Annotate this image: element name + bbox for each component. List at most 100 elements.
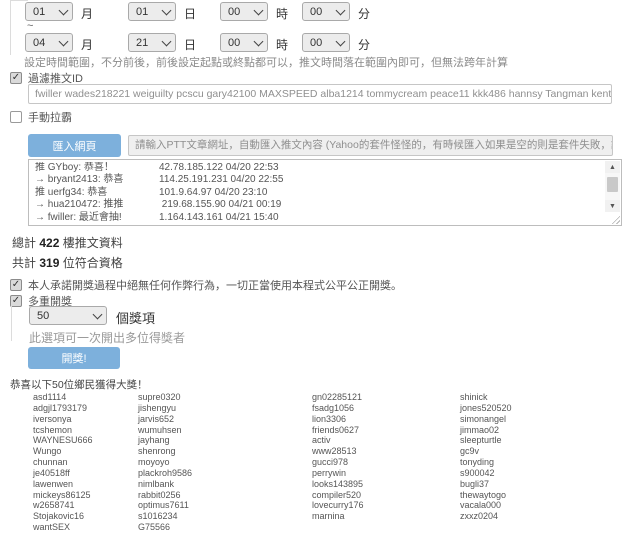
manual-row: ✓ 手動拉霸 — [10, 109, 72, 125]
prize-count-select[interactable]: 50 — [29, 306, 107, 325]
winner-name: s1016234 — [138, 511, 192, 522]
winners-heading: 恭喜以下50位鄉民獲得大獎！ — [10, 377, 148, 392]
to-minute-select[interactable]: 00 — [302, 33, 350, 52]
push-comment-meta: 1.164.143.161 04/21 15:40 — [159, 212, 279, 223]
winner-name: supre0320 — [138, 392, 192, 403]
winner-name: friends0627 — [312, 425, 364, 436]
winner-name: marnina — [312, 511, 364, 522]
winner-name: bugli37 — [460, 479, 512, 490]
group-border-left — [10, 0, 11, 55]
winner-name: G75566 — [138, 522, 192, 533]
to-hour-value: 00 — [228, 37, 240, 49]
to-month-select[interactable]: 04 — [25, 33, 73, 52]
draw-button[interactable]: 開獎! — [28, 347, 120, 369]
winner-name: activ — [312, 435, 364, 446]
push-comment-row: → hua210472: 推推 219.68.155.90 04/21 00:1… — [29, 199, 604, 211]
ptt-url-input[interactable]: 請輸入PTT文章網址，自動匯入推文內容 (Yahoo的套件怪怪的，有時候匯入如果… — [128, 135, 613, 156]
winner-name: tcshemon — [33, 425, 93, 436]
winner-name: iversonya — [33, 414, 93, 425]
manual-checkbox[interactable]: ✓ — [10, 111, 22, 123]
chevron-down-icon — [162, 5, 172, 15]
push-comment-meta: 114.25.191.231 04/20 22:55 — [159, 174, 283, 186]
qualified-stat: 共計 319 位符合資格 — [12, 254, 123, 271]
winner-name: plackroh9586 — [138, 468, 192, 479]
chevron-down-icon — [254, 5, 264, 15]
manual-label: 手動拉霸 — [28, 109, 72, 125]
chevron-down-icon — [336, 5, 346, 15]
day-label: 日 — [184, 36, 196, 53]
push-comment-meta: 42.78.185.122 04/20 22:53 — [159, 162, 279, 174]
from-hour-select[interactable]: 00 — [220, 2, 268, 21]
winner-column-3: gn02285121fsadg1056lion3306friends0627ac… — [312, 392, 364, 522]
winner-name: shinick — [460, 392, 512, 403]
multi-group-border — [11, 302, 12, 341]
winner-name: wantSEX — [33, 522, 93, 533]
winner-name: jones520520 — [460, 403, 512, 414]
winner-name: fsadg1056 — [312, 403, 364, 414]
to-day-value: 21 — [136, 37, 148, 49]
scrollbar-thumb[interactable] — [607, 177, 618, 192]
chevron-down-icon — [59, 5, 69, 15]
push-comments-textarea[interactable]: 推 GYboy: 恭喜！ 42.78.185.122 04/20 22:53 →… — [28, 159, 622, 226]
winner-column-1: asd1114adgjl1793179iversonyatcshemonWAYN… — [33, 392, 93, 533]
winner-name: optimus7611 — [138, 500, 192, 511]
winner-name: WAYNESU666 — [33, 435, 93, 446]
month-label: 月 — [81, 5, 93, 22]
from-hour-value: 00 — [228, 6, 240, 18]
winner-name: lawenwen — [33, 479, 93, 490]
from-day-value: 01 — [136, 6, 148, 18]
total-suffix: 樓推文資料 — [63, 236, 123, 250]
day-label: 日 — [184, 5, 196, 22]
from-minute-select[interactable]: 00 — [302, 2, 350, 21]
winner-name: gc9v — [460, 446, 512, 457]
winner-column-4: shinickjones520520simonangeljimmao02slee… — [460, 392, 512, 522]
winner-column-2: supre0320jishengyujarvis652wumuhsenjayha… — [138, 392, 192, 533]
scroll-down-icon[interactable]: ▼ — [605, 200, 620, 212]
to-hour-select[interactable]: 00 — [220, 33, 268, 52]
winner-name: looks143895 — [312, 479, 364, 490]
from-month-select[interactable]: 01 — [25, 2, 73, 21]
winner-name: thewaytogo — [460, 490, 512, 501]
winner-name: asd1114 — [33, 392, 93, 403]
total-pushes-stat: 總計 422 樓推文資料 — [12, 234, 123, 251]
push-comment-text: 推 uerfg34: 恭喜 — [35, 187, 107, 198]
to-minute-value: 00 — [310, 37, 322, 49]
push-comment-list: 推 GYboy: 恭喜！ 42.78.185.122 04/20 22:53 →… — [29, 162, 604, 223]
winner-name: rabbit0256 — [138, 490, 192, 501]
filter-id-checkbox[interactable]: ✓ — [10, 72, 22, 84]
winner-name: adgjl1793179 — [33, 403, 93, 414]
month-label: 月 — [81, 36, 93, 53]
hour-label: 時 — [276, 5, 288, 22]
winner-name: lovecurry176 — [312, 500, 364, 511]
push-comment-row: → bryant2413: 恭喜 114.25.191.231 04/20 22… — [29, 174, 604, 186]
from-day-select[interactable]: 01 — [128, 2, 176, 21]
prize-count-value: 50 — [37, 310, 49, 322]
hour-label: 時 — [276, 36, 288, 53]
range-tilde: ~ — [27, 20, 33, 32]
winner-name: jarvis652 — [138, 414, 192, 425]
winner-name: tonyding — [460, 457, 512, 468]
prize-unit-label: 個獎項 — [116, 308, 155, 327]
total-count: 422 — [39, 236, 59, 250]
winner-name: nimlbank — [138, 479, 192, 490]
push-comment-text: 推 GYboy: 恭喜！ — [35, 162, 114, 173]
winner-name: sleepturtle — [460, 435, 512, 446]
pledge-checkbox[interactable]: ✓ — [10, 279, 22, 291]
winner-name: w2658741 — [33, 500, 93, 511]
qualified-suffix: 位符合資格 — [63, 256, 123, 270]
import-page-button[interactable]: 匯入網頁 — [28, 134, 121, 157]
winner-name: jayhang — [138, 435, 192, 446]
filter-ids-input[interactable]: fwiller wades218221 weiguilty pcscu gary… — [28, 84, 612, 104]
chevron-down-icon — [254, 36, 264, 46]
group-border-top — [10, 0, 28, 1]
resize-grip-icon[interactable] — [609, 213, 620, 224]
winner-name: Stojakovic16 — [33, 511, 93, 522]
winner-name: simonangel — [460, 414, 512, 425]
winner-name: s900042 — [460, 468, 512, 479]
minute-label: 分 — [358, 5, 370, 22]
textarea-scrollbar[interactable]: ▲ ▼ — [605, 161, 620, 212]
to-day-select[interactable]: 21 — [128, 33, 176, 52]
scroll-up-icon[interactable]: ▲ — [605, 161, 620, 173]
winner-name: gucci978 — [312, 457, 364, 468]
check-icon: ✓ — [12, 280, 20, 290]
